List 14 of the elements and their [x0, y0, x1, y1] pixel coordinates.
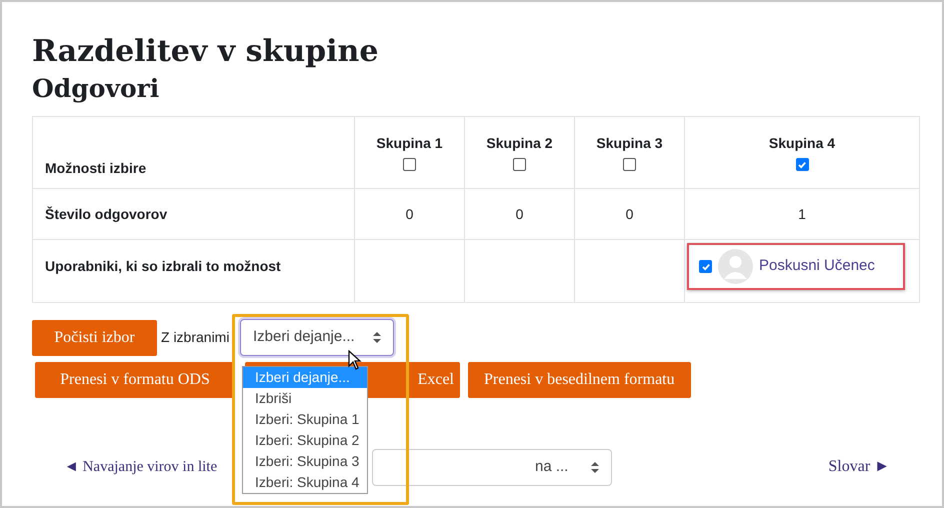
section-title: Odgovori	[32, 73, 160, 105]
table-cell: Možnosti izbire	[32, 116, 354, 188]
column-header: Skupina 2	[486, 134, 553, 153]
with-selected-label: Z izbranimi	[161, 328, 230, 347]
table-cell: 0	[574, 188, 684, 240]
table-cell: 1	[684, 188, 920, 240]
column-header: Skupina 3	[596, 134, 663, 153]
table-cell: Število odgovorov	[32, 188, 354, 240]
page-title: Razdelitev v skupine	[32, 33, 378, 71]
column-header: Skupina 4	[768, 134, 836, 153]
table-cell: Uporabniki, ki so izbrali to možnost	[32, 240, 354, 302]
table-cell: 0	[354, 188, 464, 240]
table-cell: 0	[464, 188, 574, 240]
column-header: Skupina 1	[376, 134, 443, 153]
